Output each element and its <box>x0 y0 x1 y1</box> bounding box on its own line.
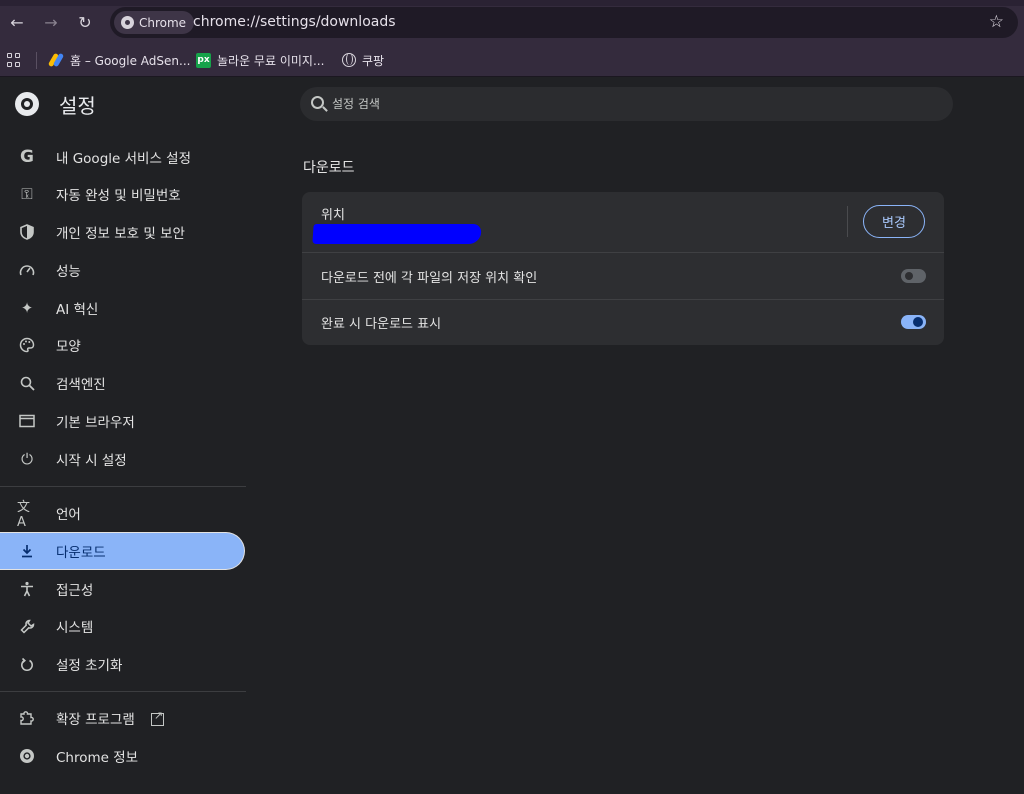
search-icon <box>311 96 324 109</box>
bookmark-adsense[interactable]: 홈 – Google AdSen... <box>47 50 191 70</box>
sidebar-item-label: 다운로드 <box>56 545 106 561</box>
sidebar-item-label: 모양 <box>56 339 81 355</box>
ask-where-label: 다운로드 전에 각 파일의 저장 위치 확인 <box>321 271 538 286</box>
sidebar-divider <box>0 486 246 487</box>
bookmark-coupang[interactable]: 쿠팡 <box>342 50 384 70</box>
sidebar-item-label: 확장 프로그램 <box>56 708 164 728</box>
sidebar-divider <box>0 691 246 692</box>
sidebar-item-ai[interactable]: ✦ AI 혁신 <box>0 289 246 327</box>
sidebar-item-reset[interactable]: 설정 초기화 <box>0 645 246 683</box>
globe-icon <box>342 53 356 67</box>
section-title: 다운로드 <box>303 160 355 176</box>
chrome-logo-icon <box>15 92 39 116</box>
url-text[interactable]: chrome://settings/downloads <box>193 14 396 30</box>
show-when-done-toggle[interactable] <box>901 315 926 329</box>
sidebar-item-label: Chrome 정보 <box>56 750 139 766</box>
site-info-chip-label: Chrome <box>139 15 187 30</box>
page-title: 설정 <box>59 94 96 118</box>
sidebar-item-downloads[interactable]: 다운로드 <box>0 532 245 570</box>
translate-icon: 文A <box>17 500 31 530</box>
apps-grid-icon[interactable] <box>7 53 21 67</box>
address-bar[interactable]: Chrome chrome://settings/downloads ☆ <box>110 7 1018 38</box>
sidebar-item-appearance[interactable]: 모양 <box>0 326 246 364</box>
ask-where-row[interactable]: 다운로드 전에 각 파일의 저장 위치 확인 <box>302 253 944 299</box>
download-icon <box>17 541 37 561</box>
tab-strip <box>0 0 1024 6</box>
sidebar-item-on-startup[interactable]: ⏻ 시작 시 설정 <box>0 440 246 478</box>
location-row: 위치 변경 <box>302 192 944 252</box>
power-icon: ⏻ <box>21 450 33 468</box>
forward-button[interactable]: → <box>40 11 62 33</box>
sidebar-item-label: 성능 <box>56 264 81 280</box>
sidebar-item-label: 설정 초기화 <box>56 658 123 674</box>
sidebar-item-label: 내 Google 서비스 설정 <box>56 151 191 167</box>
key-icon: ⚿ <box>21 185 33 203</box>
sidebar-item-google-services[interactable]: G 내 Google 서비스 설정 <box>0 138 246 176</box>
settings-search[interactable] <box>300 87 953 121</box>
sidebar-item-search-engine[interactable]: 검색엔진 <box>0 364 246 402</box>
redacted-download-path <box>312 224 482 244</box>
sidebar-item-extensions[interactable]: 확장 프로그램 <box>0 699 246 737</box>
show-when-done-row[interactable]: 완료 시 다운로드 표시 <box>302 300 944 345</box>
sidebar-item-languages[interactable]: 文A 언어 <box>0 494 246 532</box>
shield-icon <box>17 222 37 242</box>
reload-button[interactable]: ↻ <box>74 11 96 33</box>
sidebar-item-autofill[interactable]: ⚿ 자동 완성 및 비밀번호 <box>0 175 246 213</box>
bookmark-label: 놀라운 무료 이미지... <box>217 53 325 68</box>
toggle-knob <box>913 317 923 327</box>
sidebar-item-label: 언어 <box>56 507 81 523</box>
show-when-done-label: 완료 시 다운로드 표시 <box>321 317 442 332</box>
open-in-new-icon <box>150 709 164 726</box>
chrome-icon <box>17 746 37 766</box>
pixabay-icon: px <box>196 52 211 68</box>
sidebar-item-accessibility[interactable]: 접근성 <box>0 570 246 608</box>
sidebar-item-system[interactable]: 시스템 <box>0 607 246 645</box>
ask-where-toggle[interactable] <box>901 269 926 283</box>
chrome-icon <box>121 16 134 29</box>
location-label: 위치 <box>321 208 345 223</box>
bookmark-label: 홈 – Google AdSen... <box>70 53 191 68</box>
sidebar-item-performance[interactable]: 성능 <box>0 251 246 289</box>
site-info-chip[interactable]: Chrome <box>114 11 195 34</box>
search-icon <box>17 373 37 393</box>
browser-window-icon <box>17 411 37 431</box>
google-adsense-icon <box>47 52 65 68</box>
sparkle-icon: ✦ <box>20 299 34 317</box>
google-icon: G <box>20 147 34 167</box>
sidebar-item-label: 시작 시 설정 <box>56 453 127 469</box>
sidebar-item-label: 자동 완성 및 비밀번호 <box>56 188 181 204</box>
sidebar-item-about-chrome[interactable]: Chrome 정보 <box>0 737 246 775</box>
toggle-knob <box>905 272 913 280</box>
sidebar-item-label: 접근성 <box>56 583 94 599</box>
bookmark-label: 쿠팡 <box>362 53 385 68</box>
search-input[interactable] <box>332 94 932 114</box>
reset-icon <box>17 654 37 674</box>
change-location-button[interactable]: 변경 <box>863 205 925 238</box>
bookmark-separator <box>36 52 37 69</box>
browser-toolbar: ← → ↻ Chrome chrome://settings/downloads… <box>0 0 1024 44</box>
extensions-label: 확장 프로그램 <box>56 712 135 728</box>
speedometer-icon <box>17 260 37 280</box>
sidebar-item-label: 기본 브라우저 <box>56 415 135 431</box>
bookmarks-bar: 홈 – Google AdSen... px 놀라운 무료 이미지... 쿠팡 <box>0 44 1024 77</box>
vertical-separator <box>847 206 848 237</box>
downloads-settings-card: 위치 변경 다운로드 전에 각 파일의 저장 위치 확인 완료 시 다운로드 표… <box>302 192 944 345</box>
puzzle-icon <box>17 708 37 728</box>
sidebar-item-label: AI 혁신 <box>56 302 99 318</box>
sidebar-item-default-browser[interactable]: 기본 브라우저 <box>0 402 246 440</box>
accessibility-icon <box>17 579 37 599</box>
bookmark-star-icon[interactable]: ☆ <box>989 12 1004 32</box>
bookmark-pixabay[interactable]: px 놀라운 무료 이미지... <box>196 50 324 70</box>
sidebar-item-label: 개인 정보 보호 및 보안 <box>56 226 185 242</box>
palette-icon <box>17 335 37 355</box>
wrench-icon <box>17 616 37 636</box>
sidebar-item-label: 시스템 <box>56 620 94 636</box>
sidebar-item-privacy[interactable]: 개인 정보 보호 및 보안 <box>0 213 246 251</box>
back-button[interactable]: ← <box>6 11 28 33</box>
sidebar-item-label: 검색엔진 <box>56 377 106 393</box>
